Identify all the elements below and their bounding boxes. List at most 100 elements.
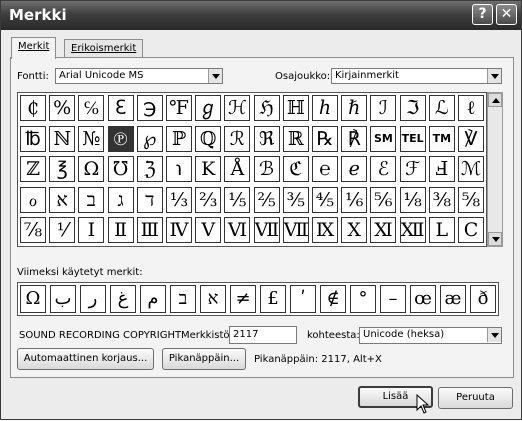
symbol-cell[interactable]: Ⅸ (312, 217, 338, 244)
recent-symbol-cell[interactable]: ð (470, 285, 496, 313)
symbol-cell[interactable]: TM (428, 125, 455, 152)
recent-symbol-cell[interactable]: £ (260, 285, 286, 313)
symbol-cell[interactable]: ℥ (49, 156, 76, 183)
symbol-cell[interactable]: א (49, 186, 76, 213)
symbol-cell[interactable]: Ⅶ (253, 217, 280, 244)
symbol-cell[interactable]: ⅛ (399, 186, 426, 213)
cancel-button[interactable]: Peruuta (438, 387, 513, 409)
symbol-cell[interactable]: ⅖ (253, 186, 280, 213)
symbol-cell[interactable]: Ⅵ (224, 217, 251, 244)
symbol-cell[interactable]: TEL (399, 125, 426, 152)
symbol-cell[interactable]: ⅟ (49, 217, 76, 244)
symbol-cell[interactable]: ב (78, 186, 105, 213)
recent-symbol-cell[interactable]: – (380, 285, 406, 313)
recent-symbol-cell[interactable]: ≠ (230, 285, 256, 313)
symbol-scrollbar[interactable] (487, 92, 503, 247)
symbol-cell[interactable]: ⅕ (224, 186, 251, 213)
symbol-cell[interactable]: ⅚ (370, 186, 397, 213)
symbol-cell[interactable]: ⅗ (282, 186, 309, 213)
recent-symbol-cell[interactable]: ב (170, 285, 196, 313)
symbol-cell[interactable]: ℨ (136, 156, 163, 183)
symbol-cell[interactable]: ℏ (341, 95, 368, 121)
recent-symbol-cell[interactable]: ∉ (320, 285, 346, 313)
symbol-cell[interactable]: ℩ (166, 156, 192, 183)
symbol-cell[interactable]: ℱ (399, 156, 426, 183)
symbol-cell[interactable]: ℔ (20, 125, 46, 152)
scroll-down-icon[interactable] (488, 232, 502, 246)
symbol-cell[interactable]: ℊ (195, 95, 222, 121)
recent-symbol-cell[interactable]: ° (350, 285, 376, 313)
symbol-cell[interactable]: ℮ (312, 156, 338, 183)
symbol-cell[interactable]: ℧ (107, 156, 134, 183)
symbol-cell[interactable]: ₵ (20, 95, 46, 121)
symbol-cell[interactable]: ℓ (458, 95, 484, 121)
symbol-cell[interactable]: % (49, 95, 76, 121)
symbol-cell[interactable]: Ⅺ (370, 217, 397, 244)
symbol-cell[interactable]: Ⅳ (166, 217, 192, 244)
symbol-cell[interactable]: ℜ (253, 125, 280, 152)
symbol-cell[interactable]: ℴ (20, 186, 46, 213)
symbol-cell[interactable]: ⅓ (166, 186, 192, 213)
recent-symbol-cell[interactable]: א (200, 285, 226, 313)
symbol-cell[interactable]: Ⅴ (195, 217, 222, 244)
symbol-cell[interactable]: ℚ (195, 125, 222, 152)
recent-symbol-cell[interactable]: Ω (20, 285, 46, 313)
recent-symbol-cell[interactable]: ʹ (290, 285, 316, 313)
recent-symbol-cell[interactable]: ب (50, 285, 76, 313)
symbol-cell[interactable]: Ω (78, 156, 105, 183)
symbol-cell[interactable]: ⅜ (428, 186, 455, 213)
symbol-cell[interactable]: ℯ (341, 156, 368, 183)
symbol-cell[interactable]: Ⅎ (428, 156, 455, 183)
symbol-cell[interactable]: Ⅹ (341, 217, 368, 244)
symbol-cell[interactable]: ℐ (370, 95, 397, 121)
symbol-cell[interactable]: ℤ (20, 156, 46, 183)
symbol-cell[interactable]: ℋ (224, 95, 251, 121)
symbol-cell[interactable]: ⅙ (341, 186, 368, 213)
symbol-cell[interactable]: ℣ (458, 125, 484, 152)
symbol-cell[interactable]: ℒ (428, 95, 455, 121)
recent-symbol-cell[interactable]: ر (80, 285, 106, 313)
symbol-cell[interactable]: № (78, 125, 105, 152)
recent-symbol-cell[interactable]: ﻍ (110, 285, 136, 313)
symbol-cell[interactable]: SM (370, 125, 397, 152)
symbol-cell[interactable]: ℳ (458, 156, 484, 183)
symbol-cell[interactable]: Ⅱ (107, 217, 134, 244)
symbol-cell[interactable]: ℍ (282, 95, 309, 121)
symbol-cell[interactable]: Ⅰ (78, 217, 105, 244)
symbol-cell[interactable]: ℰ (370, 156, 397, 183)
chevron-down-icon[interactable] (487, 69, 501, 83)
symbol-cell[interactable]: Å (224, 156, 251, 183)
from-select[interactable]: Unicode (heksa) (359, 327, 502, 344)
chevron-down-icon[interactable] (487, 328, 501, 342)
symbol-cell[interactable]: ℌ (253, 95, 280, 121)
chevron-down-icon[interactable] (208, 69, 222, 83)
symbol-cell[interactable]: ℑ (399, 95, 426, 121)
symbol-cell[interactable]: K (195, 156, 222, 183)
recent-symbol-cell[interactable]: م (140, 285, 166, 313)
symbol-cell[interactable]: ℟ (341, 125, 368, 152)
symbol-cell[interactable]: Ⅼ (428, 217, 455, 244)
symbol-cell[interactable]: Ⅽ (458, 217, 484, 244)
recent-symbol-cell[interactable]: œ (410, 285, 436, 313)
symbol-cell[interactable]: ℕ (49, 125, 76, 152)
symbol-cell[interactable]: ℅ (78, 95, 105, 121)
symbol-cell[interactable]: ℝ (282, 125, 309, 152)
symbol-cell[interactable]: ℬ (253, 156, 280, 183)
symbol-cell[interactable]: ⅞ (20, 217, 46, 244)
symbol-cell[interactable]: Ⅷ (282, 217, 309, 244)
symbol-cell[interactable]: ℉ (166, 95, 192, 121)
shortcut-key-button[interactable]: Pikanäppäin... (162, 348, 246, 370)
symbol-cell[interactable]: ℛ (224, 125, 251, 152)
symbol-cell[interactable]: ℎ (312, 95, 338, 121)
symbol-cell[interactable]: ℭ (282, 156, 309, 183)
scroll-up-icon[interactable] (488, 93, 502, 107)
symbol-cell[interactable]: ℇ (107, 95, 134, 121)
symbol-cell[interactable]: ⅝ (458, 186, 484, 213)
symbol-cell[interactable]: ℈ (136, 95, 163, 121)
symbol-cell[interactable]: ד (136, 186, 163, 213)
autocorrect-button[interactable]: Automaattinen korjaus... (17, 348, 154, 370)
symbol-cell[interactable]: ג (107, 186, 134, 213)
symbol-cell[interactable]: Ⅲ (136, 217, 163, 244)
symbol-cell[interactable]: ⅘ (312, 186, 338, 213)
symbol-cell[interactable]: ℗ (107, 125, 134, 152)
